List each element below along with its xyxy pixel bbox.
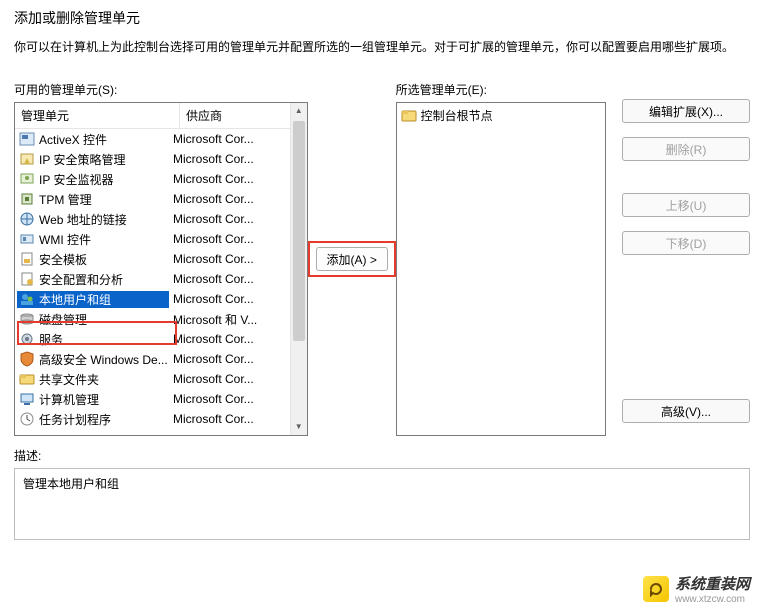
console-root-node[interactable]: 控制台根节点 bbox=[397, 103, 605, 128]
item-vendor: Microsoft Cor... bbox=[169, 252, 305, 266]
item-vendor: Microsoft Cor... bbox=[169, 212, 305, 226]
available-listbox[interactable]: 管理单元 供应商 ActiveX 控件Microsoft Cor...IP 安全… bbox=[14, 102, 308, 436]
add-button[interactable]: 添加(A) > bbox=[316, 247, 388, 271]
sec-config-icon bbox=[19, 271, 35, 287]
item-vendor: Microsoft Cor... bbox=[169, 292, 305, 306]
item-name: 安全模板 bbox=[39, 251, 87, 268]
description-label: 描述: bbox=[14, 447, 750, 464]
watermark-text-en: www.xtzcw.com bbox=[675, 594, 750, 605]
description-box: 管理本地用户和组 bbox=[14, 468, 750, 540]
item-vendor: Microsoft Cor... bbox=[169, 232, 305, 246]
list-item[interactable]: 计算机管理 Microsoft Cor... bbox=[15, 389, 307, 409]
edit-extensions-button[interactable]: 编辑扩展(X)... bbox=[622, 99, 750, 123]
list-item[interactable]: 共享文件夹 Microsoft Cor... bbox=[15, 369, 307, 389]
item-vendor: Microsoft Cor... bbox=[169, 352, 305, 366]
watermark-icon bbox=[643, 576, 669, 602]
item-name: WMI 控件 bbox=[39, 231, 91, 248]
console-root-label: 控制台根节点 bbox=[421, 107, 493, 124]
item-vendor: Microsoft Cor... bbox=[169, 392, 305, 406]
item-name: 服务 bbox=[39, 331, 63, 348]
scroll-up-icon[interactable]: ▲ bbox=[291, 103, 307, 119]
ipsec-monitor-icon bbox=[19, 171, 35, 187]
ipsec-policy-icon bbox=[19, 151, 35, 167]
list-item[interactable]: IP 安全策略管理 Microsoft Cor... bbox=[15, 149, 307, 169]
item-name: IP 安全监视器 bbox=[39, 171, 113, 188]
available-list-header: 管理单元 供应商 bbox=[15, 103, 307, 129]
list-item[interactable]: TPM 管理 Microsoft Cor... bbox=[15, 189, 307, 209]
shared-folders-icon bbox=[19, 371, 35, 387]
col-header-vendor[interactable]: 供应商 bbox=[180, 103, 307, 128]
list-item[interactable]: IP 安全监视器 Microsoft Cor... bbox=[15, 169, 307, 189]
item-vendor: Microsoft Cor... bbox=[169, 372, 305, 386]
selected-listbox[interactable]: 控制台根节点 bbox=[396, 102, 606, 436]
item-vendor: Microsoft Cor... bbox=[169, 272, 305, 286]
watermark-text-cn: 系统重装网 bbox=[675, 573, 750, 594]
move-down-button[interactable]: 下移(D) bbox=[622, 231, 750, 255]
item-vendor: Microsoft Cor... bbox=[169, 172, 305, 186]
item-name: TPM 管理 bbox=[39, 191, 92, 208]
item-vendor: Microsoft 和 V... bbox=[169, 311, 305, 328]
selected-label: 所选管理单元(E): bbox=[396, 81, 606, 98]
item-vendor: Microsoft Cor... bbox=[169, 132, 305, 146]
list-item[interactable]: 高级安全 Windows De...Microsoft Cor... bbox=[15, 349, 307, 369]
sec-template-icon bbox=[19, 251, 35, 267]
services-icon bbox=[19, 331, 35, 347]
item-name: 共享文件夹 bbox=[39, 371, 99, 388]
list-item[interactable]: 磁盘管理 Microsoft 和 V... bbox=[15, 309, 307, 329]
scrollbar[interactable]: ▲ ▼ bbox=[290, 103, 307, 435]
local-users-icon bbox=[19, 291, 35, 307]
computer-mgmt-icon bbox=[19, 391, 35, 407]
item-vendor: Microsoft Cor... bbox=[169, 412, 305, 426]
task-sched-icon bbox=[19, 411, 35, 427]
item-name: 安全配置和分析 bbox=[39, 271, 123, 288]
move-up-button[interactable]: 上移(U) bbox=[622, 193, 750, 217]
list-item[interactable]: 安全配置和分析 Microsoft Cor... bbox=[15, 269, 307, 289]
adv-firewall-icon bbox=[19, 351, 35, 367]
item-vendor: Microsoft Cor... bbox=[169, 332, 305, 346]
advanced-button[interactable]: 高级(V)... bbox=[622, 399, 750, 423]
tpm-icon bbox=[19, 191, 35, 207]
item-name: 本地用户和组 bbox=[39, 291, 111, 308]
item-name: Web 地址的链接 bbox=[39, 211, 127, 228]
item-name: 计算机管理 bbox=[39, 391, 99, 408]
scroll-thumb[interactable] bbox=[293, 121, 305, 341]
item-name: ActiveX 控件 bbox=[39, 131, 107, 148]
activex-icon bbox=[19, 131, 35, 147]
list-item[interactable]: 安全模板 Microsoft Cor... bbox=[15, 249, 307, 269]
scroll-down-icon[interactable]: ▼ bbox=[291, 419, 307, 435]
dialog-description: 你可以在计算机上为此控制台选择可用的管理单元并配置所选的一组管理单元。对于可扩展… bbox=[14, 38, 750, 55]
list-item[interactable]: WMI 控件 Microsoft Cor... bbox=[15, 229, 307, 249]
list-item[interactable]: 本地用户和组 Microsoft Cor... bbox=[15, 289, 307, 309]
console-root-icon bbox=[401, 108, 417, 124]
description-text: 管理本地用户和组 bbox=[23, 477, 119, 491]
watermark: 系统重装网 www.xtzcw.com bbox=[641, 571, 756, 607]
list-item[interactable]: 任务计划程序 Microsoft Cor... bbox=[15, 409, 307, 429]
remove-button[interactable]: 删除(R) bbox=[622, 137, 750, 161]
item-vendor: Microsoft Cor... bbox=[169, 192, 305, 206]
list-item[interactable]: Web 地址的链接 Microsoft Cor... bbox=[15, 209, 307, 229]
col-header-name[interactable]: 管理单元 bbox=[15, 103, 180, 128]
item-name: 高级安全 Windows De... bbox=[39, 351, 168, 368]
disk-mgmt-icon bbox=[19, 311, 35, 327]
available-label: 可用的管理单元(S): bbox=[14, 81, 308, 98]
list-item[interactable]: 服务 Microsoft Cor... bbox=[15, 329, 307, 349]
list-item[interactable]: ActiveX 控件 Microsoft Cor... bbox=[15, 129, 307, 149]
item-vendor: Microsoft Cor... bbox=[169, 152, 305, 166]
dialog-title: 添加或删除管理单元 bbox=[14, 8, 750, 28]
item-name: 任务计划程序 bbox=[39, 411, 111, 428]
item-name: 磁盘管理 bbox=[39, 311, 87, 328]
item-name: IP 安全策略管理 bbox=[39, 151, 125, 168]
annotation-highlight-add: 添加(A) > bbox=[308, 241, 396, 277]
wmi-icon bbox=[19, 231, 35, 247]
web-link-icon bbox=[19, 211, 35, 227]
